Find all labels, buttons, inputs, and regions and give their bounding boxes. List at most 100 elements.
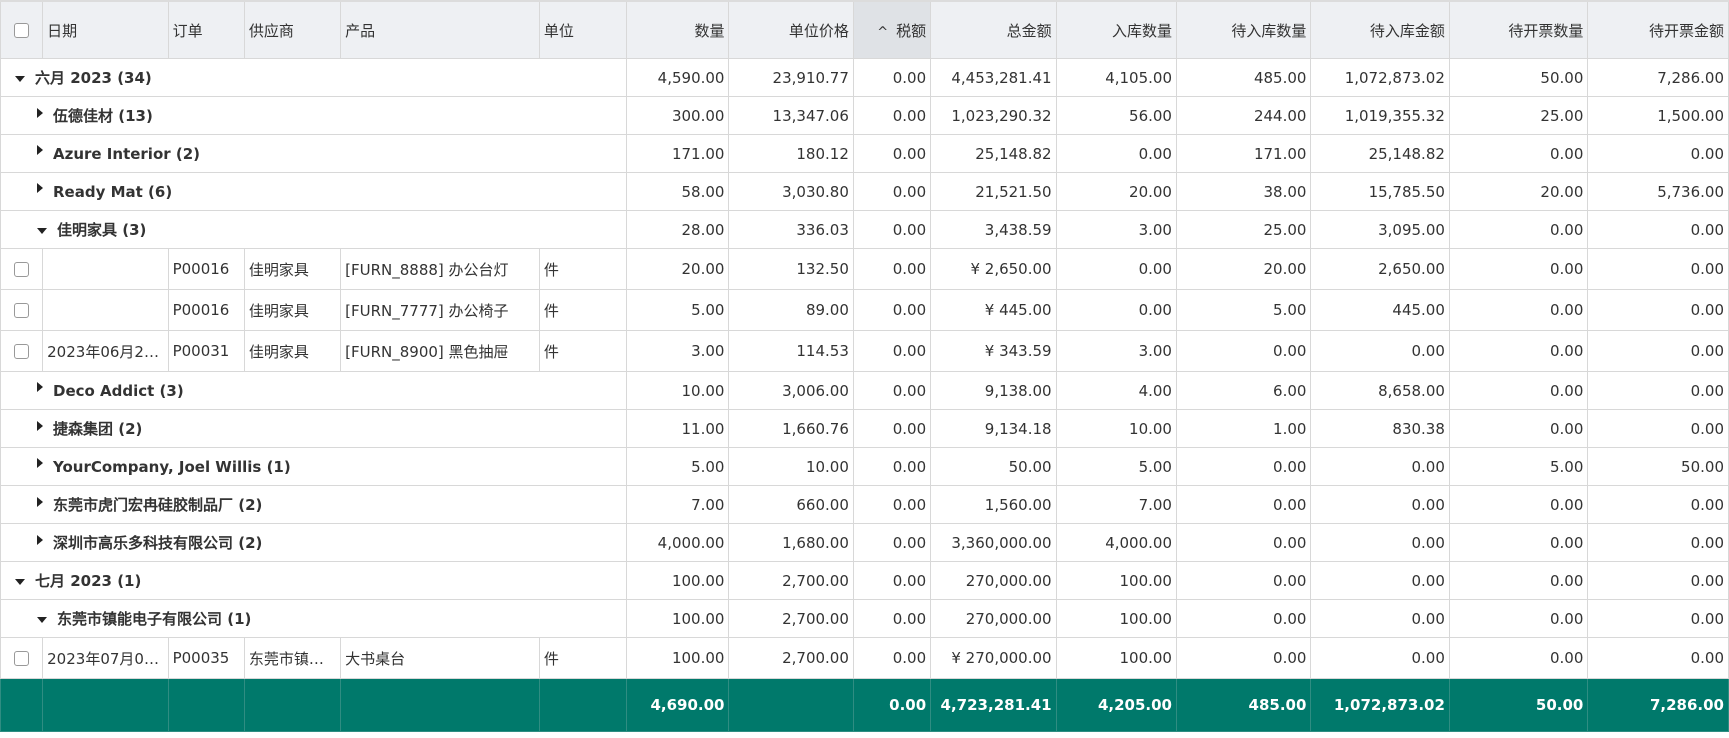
cell-qty-to-invoice: 0.00 <box>1448 134 1589 173</box>
group-label-cell[interactable]: Ready Mat (6) <box>0 172 628 211</box>
table-row[interactable]: P00016 佳明家具 [FURN_7777] 办公椅子件 5.00 89.00 0.00… <box>0 289 1729 331</box>
cell-vendor: 佳明家具 <box>243 330 342 372</box>
row-checkbox-cell[interactable] <box>0 289 44 331</box>
cell-product: [FURN_8900] 黑色抽屉 <box>340 330 540 372</box>
column-header-product[interactable]: 产品 <box>340 0 540 59</box>
group-label-cell[interactable]: 伍德佳材 (13) <box>0 96 628 135</box>
group-label-cell[interactable]: YourCompany, Joel Willis (1) <box>0 447 628 486</box>
group-row-vendor[interactable]: Azure Interior (2) 171.00 180.12 0.00 25,148… <box>0 134 1729 173</box>
cell-product: 大书桌台 <box>340 637 540 679</box>
column-header-total[interactable]: 总金额 <box>930 0 1057 59</box>
group-label-cell[interactable]: 东莞市镇能电子有限公司 (1) <box>0 599 628 638</box>
cell-amount-to-receive: 2,650.00 <box>1310 248 1450 290</box>
cell-amount-to-receive: 8,658.00 <box>1310 371 1450 410</box>
column-header-uom[interactable]: 单位 <box>538 0 628 59</box>
caret-down-icon[interactable] <box>37 227 47 234</box>
caret-right-icon[interactable] <box>37 183 43 193</box>
caret-right-icon[interactable] <box>37 420 43 431</box>
group-row-month[interactable]: 七月 2023 (1) 100.00 2,700.00 0.00 270,000.00 1… <box>0 561 1729 600</box>
row-checkbox[interactable] <box>14 651 30 666</box>
cell-qty-to-invoice: 0.00 <box>1448 561 1589 600</box>
group-label: Deco Addict (3) <box>53 381 184 400</box>
table-row[interactable]: 2023年06月23… P00031 佳明家具 [FURN_8900] 黑色抽屉件 3.… <box>0 330 1729 372</box>
cell-qty: 20.00 <box>626 248 730 290</box>
cell-total: 9,134.18 <box>930 409 1057 448</box>
cell-received-qty: 100.00 <box>1055 637 1177 679</box>
cell-amount-to-receive: 445.00 <box>1310 289 1450 331</box>
caret-down-icon[interactable] <box>15 578 25 585</box>
caret-right-icon[interactable] <box>37 107 43 118</box>
caret-right-icon[interactable] <box>37 145 43 155</box>
group-row-vendor[interactable]: Ready Mat (6) 58.00 3,030.80 0.00 21,521.50 2… <box>0 172 1729 211</box>
table-row[interactable]: 2023年07月01… P00035 东莞市镇… 大书桌台件 100.00 2,700.0… <box>0 637 1729 679</box>
column-header-vendor[interactable]: 供应商 <box>243 0 342 59</box>
cell-total: 4,453,281.41 <box>930 58 1057 97</box>
cell-order: P00016 <box>167 248 245 290</box>
cell-tax: 0.00 <box>852 248 932 290</box>
row-checkbox-cell[interactable] <box>0 637 44 679</box>
select-all-checkbox-cell[interactable] <box>0 0 44 59</box>
cell-qty-to-invoice: 50.00 <box>1448 58 1589 97</box>
caret-right-icon[interactable] <box>37 534 43 545</box>
cell-qty: 5.00 <box>626 447 730 486</box>
group-label-cell[interactable]: 捷森集团 (2) <box>0 409 628 448</box>
group-label-cell[interactable]: 深圳市高乐多科技有限公司 (2) <box>0 523 628 562</box>
group-label-cell[interactable]: Deco Addict (3) <box>0 371 628 410</box>
cell-date <box>42 289 169 331</box>
cell-qty-to-receive: 1.00 <box>1175 409 1312 448</box>
column-header-amount-to-invoice[interactable]: 待开票金额 <box>1587 0 1729 59</box>
cell-qty-to-invoice: 0.00 <box>1448 371 1589 410</box>
cell-total: 9,138.00 <box>930 371 1057 410</box>
row-checkbox[interactable] <box>14 303 30 318</box>
total-amount-to-receive: 1,072,873.02 <box>1310 678 1450 732</box>
group-label-cell[interactable]: 东莞市虎门宏冉硅胶制品厂 (2) <box>0 485 628 524</box>
column-header-order[interactable]: 订单 <box>167 0 245 59</box>
group-row-vendor[interactable]: 伍德佳材 (13) 300.00 13,347.06 0.00 1,023,290.32… <box>0 96 1729 135</box>
column-header-amount-to-receive[interactable]: 待入库金额 <box>1310 0 1450 59</box>
caret-down-icon[interactable] <box>37 616 47 623</box>
caret-right-icon[interactable] <box>37 382 43 392</box>
cell-vendor: 佳明家具 <box>243 289 342 331</box>
column-header-date[interactable]: 日期 <box>42 0 169 59</box>
row-checkbox[interactable] <box>14 344 30 359</box>
group-label: 七月 2023 (1) <box>35 572 142 590</box>
table-row[interactable]: P00016 佳明家具 [FURN_8888] 办公台灯件 20.00 132.50 0.… <box>0 248 1729 290</box>
column-header-qty[interactable]: 数量 <box>626 0 730 59</box>
row-checkbox[interactable] <box>14 262 30 277</box>
group-row-vendor[interactable]: Deco Addict (3) 10.00 3,006.00 0.00 9,138.00… <box>0 371 1729 410</box>
total-qty-to-invoice: 50.00 <box>1448 678 1589 732</box>
group-label-cell[interactable]: 七月 2023 (1) <box>0 561 628 600</box>
column-header-tax[interactable]: ^ 税额 <box>852 0 932 59</box>
column-header-qty-to-receive[interactable]: 待入库数量 <box>1175 0 1312 59</box>
totals-cell-empty <box>243 678 342 732</box>
group-row-vendor[interactable]: 东莞市镇能电子有限公司 (1) 100.00 2,700.00 0.00 270,000… <box>0 599 1729 638</box>
group-label-cell[interactable]: Azure Interior (2) <box>0 134 628 173</box>
group-row-vendor[interactable]: 东莞市虎门宏冉硅胶制品厂 (2) 7.00 660.00 0.00 1,560.00 7.… <box>0 485 1729 524</box>
group-label-cell[interactable]: 六月 2023 (34) <box>0 58 628 97</box>
row-checkbox-cell[interactable] <box>0 248 44 290</box>
group-label-cell[interactable]: 佳明家具 (3) <box>0 210 628 249</box>
cell-unit-price: 23,910.77 <box>728 58 854 97</box>
cell-qty-to-invoice: 0.00 <box>1448 637 1589 679</box>
cell-received-qty: 4.00 <box>1055 371 1177 410</box>
caret-right-icon[interactable] <box>37 458 43 468</box>
group-row-vendor[interactable]: YourCompany, Joel Willis (1) 5.00 10.00 0.0… <box>0 447 1729 486</box>
group-row-vendor[interactable]: 捷森集团 (2) 11.00 1,660.76 0.00 9,134.18 10.00 1.… <box>0 409 1729 448</box>
group-row-month[interactable]: 六月 2023 (34) 4,590.00 23,910.77 0.00 4,453,2… <box>0 58 1729 97</box>
cell-unit-price: 1,680.00 <box>728 523 854 562</box>
cell-received-qty: 4,105.00 <box>1055 58 1177 97</box>
group-row-vendor[interactable]: 佳明家具 (3) 28.00 336.03 0.00 3,438.59 3.00 25.00… <box>0 210 1729 249</box>
caret-down-icon[interactable] <box>15 75 25 82</box>
cell-qty-to-invoice: 0.00 <box>1448 523 1589 562</box>
row-checkbox-cell[interactable] <box>0 330 44 372</box>
select-all-checkbox[interactable] <box>14 23 30 38</box>
group-row-vendor[interactable]: 深圳市高乐多科技有限公司 (2) 4,000.00 1,680.00 0.00 3,36… <box>0 523 1729 562</box>
cell-total: ¥ 343.59 <box>930 330 1057 372</box>
column-header-received-qty[interactable]: 入库数量 <box>1055 0 1177 59</box>
total-received-qty: 4,205.00 <box>1055 678 1177 732</box>
column-header-unit-price[interactable]: 单位价格 <box>728 0 854 59</box>
caret-right-icon[interactable] <box>37 496 43 507</box>
cell-received-qty: 0.00 <box>1055 289 1177 331</box>
column-header-qty-to-invoice[interactable]: 待开票数量 <box>1448 0 1589 59</box>
cell-tax: 0.00 <box>852 58 932 97</box>
